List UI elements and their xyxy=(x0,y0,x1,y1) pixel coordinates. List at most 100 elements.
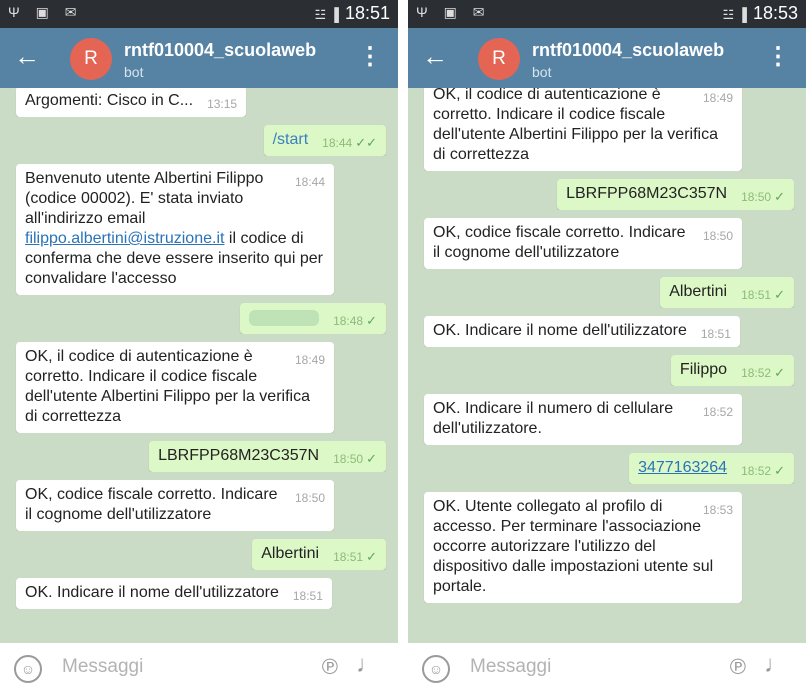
attach-icon[interactable]: ℗ xyxy=(730,654,746,680)
message-bubble[interactable]: 18:44 Benvenuto utente Albertini Filippo … xyxy=(16,164,334,295)
message-text: OK, codice fiscale corretto. Indicare il… xyxy=(25,486,278,523)
outgoing-message: 18:52 ✓ Filippo xyxy=(408,355,806,386)
emoji-icon[interactable]: ☺ xyxy=(422,655,450,683)
incoming-message: 18:53 OK. Utente collegato al profilo di … xyxy=(408,492,806,603)
back-arrow-icon[interactable]: ← xyxy=(422,42,448,70)
incoming-message: 13:15 Argomenti: Cisco in C... xyxy=(0,88,398,117)
clock: 18:53 xyxy=(752,3,798,23)
message-time: 18:51 xyxy=(701,327,731,341)
message-bubble[interactable]: 18:52 OK. Indicare il numero di cellulare… xyxy=(424,394,742,445)
time-text: 18:51 xyxy=(700,327,731,341)
message-bubble[interactable]: 18:49 OK, il codice di autenticazione è c… xyxy=(424,88,742,171)
outgoing-message: 18:50 ✓ LBRFPP68M23C357N xyxy=(0,441,398,472)
message-bubble[interactable]: 13:15 Argomenti: Cisco in C... xyxy=(16,88,247,117)
signal-icon: ☳ ▐ xyxy=(314,7,339,22)
time-text: 18:52 xyxy=(741,464,772,478)
email-link[interactable]: filippo.albertini@istruzione.it xyxy=(25,230,224,247)
message-bubble[interactable]: 18:51 ✓ Albertini xyxy=(252,539,386,570)
read-check-icon: ✓✓ xyxy=(355,135,377,150)
message-text: LBRFPP68M23C357N xyxy=(158,447,320,464)
chat-header: ← R rntf010004_scuolaweb bot ⋮ xyxy=(408,28,806,88)
time-text: 18:44 xyxy=(294,175,325,189)
message-text: OK, il codice di autenticazione è corret… xyxy=(25,348,310,425)
time-text: 13:15 xyxy=(207,97,238,111)
chat-subtitle: bot xyxy=(532,64,552,80)
message-time: 18:50 xyxy=(295,491,325,505)
outgoing-message: 18:44 ✓✓ /start xyxy=(0,125,398,156)
notification-icons: Ψ ▣ ✉ xyxy=(8,4,83,20)
message-list[interactable]: 13:15 Argomenti: Cisco in C... 18:44 ✓✓/sta… xyxy=(0,88,398,643)
incoming-message: 18:52 OK. Indicare il numero di cellulare… xyxy=(408,394,806,445)
message-bubble[interactable]: 18:51 OK. Indicare il nome dell'utilizzat… xyxy=(424,316,740,347)
message-input[interactable]: Messaggi xyxy=(470,656,551,678)
microphone-icon[interactable]: ♩ xyxy=(356,651,380,679)
read-check-icon: ✓ xyxy=(774,287,785,302)
message-text: Albertini xyxy=(261,545,320,562)
incoming-message: 18:44 Benvenuto utente Albertini Filippo … xyxy=(0,164,398,295)
phone-link[interactable]: 3477163264 xyxy=(638,459,727,476)
status-right: ☳ ▐ 18:53 xyxy=(722,3,798,24)
time-text: 18:51 xyxy=(741,288,772,302)
read-check-icon: ✓ xyxy=(774,463,785,478)
avatar[interactable]: R xyxy=(478,38,520,80)
outgoing-message: 18:51 ✓ Albertini xyxy=(408,277,806,308)
message-bubble[interactable]: 18:50 ✓ LBRFPP68M23C357N xyxy=(557,179,794,210)
message-time: 18:53 xyxy=(703,503,733,517)
message-list[interactable]: 18:49 OK, il codice di autenticazione è c… xyxy=(408,88,806,643)
emoji-icon[interactable]: ☺ xyxy=(14,655,42,683)
message-input[interactable]: Messaggi xyxy=(62,656,143,678)
menu-icon[interactable]: ⋮ xyxy=(766,43,790,71)
command-text[interactable]: /start xyxy=(273,131,309,148)
signal-icon: ☳ ▐ xyxy=(722,7,747,22)
chat-title[interactable]: rntf010004_scuolaweb xyxy=(124,40,316,61)
message-bubble[interactable]: 18:44 ✓✓ /start xyxy=(263,125,386,156)
time-text: 18:49 xyxy=(294,353,325,367)
status-bar: Ψ ▣ ✉ ☳ ▐ 18:51 xyxy=(0,0,398,28)
message-time: 18:50 ✓ xyxy=(741,189,785,205)
messages-container: 13:15 Argomenti: Cisco in C... 18:44 ✓✓/sta… xyxy=(0,88,398,617)
message-bubble[interactable]: 18:51 ✓ Albertini xyxy=(660,277,794,308)
message-text: LBRFPP68M23C357N xyxy=(566,185,728,202)
read-check-icon: ✓ xyxy=(774,189,785,204)
time-text: 18:50 xyxy=(333,452,364,466)
time-text: 18:50 xyxy=(741,190,772,204)
incoming-message: 18:51 OK. Indicare il nome dell'utilizzat… xyxy=(408,316,806,347)
microphone-icon[interactable]: ♩ xyxy=(764,651,788,679)
outgoing-message: 18:48 ✓ xyxy=(0,303,398,334)
message-bubble[interactable]: 18:50 ✓ LBRFPP68M23C357N xyxy=(149,441,386,472)
message-bubble[interactable]: 18:49 OK, il codice di autenticazione è c… xyxy=(16,342,334,433)
message-bubble[interactable]: 18:48 ✓ xyxy=(240,303,386,334)
redacted-code xyxy=(249,309,320,326)
message-bubble[interactable]: 18:52 ✓ Filippo xyxy=(670,355,794,386)
phone-screen-right: Ψ ▣ ✉ ☳ ▐ 18:53 ← R rntf010004_scuolaweb … xyxy=(408,0,806,695)
message-time: 18:48 ✓ xyxy=(333,313,377,329)
time-text: 18:50 xyxy=(294,491,325,505)
notification-icons: Ψ ▣ ✉ xyxy=(416,4,491,20)
menu-icon[interactable]: ⋮ xyxy=(358,43,382,71)
incoming-message: 18:50 OK, codice fiscale corretto. Indica… xyxy=(0,480,398,531)
time-text: 18:52 xyxy=(741,366,772,380)
message-time: 18:52 ✓ xyxy=(741,463,785,479)
message-bubble[interactable]: 18:50 OK, codice fiscale corretto. Indica… xyxy=(16,480,334,531)
message-text: Argomenti: Cisco in C... xyxy=(25,92,194,109)
message-bubble[interactable]: 18:52 ✓ 3477163264 xyxy=(629,453,794,484)
chat-title[interactable]: rntf010004_scuolaweb xyxy=(532,40,724,61)
time-text: 18:51 xyxy=(333,550,364,564)
back-arrow-icon[interactable]: ← xyxy=(14,42,40,70)
message-bubble[interactable]: 18:50 OK, codice fiscale corretto. Indica… xyxy=(424,218,742,269)
message-bubble[interactable]: 18:53 OK. Utente collegato al profilo di … xyxy=(424,492,742,603)
avatar[interactable]: R xyxy=(70,38,112,80)
message-time: 18:51 ✓ xyxy=(333,550,377,565)
message-text: Albertini xyxy=(669,283,728,300)
message-bubble[interactable]: 18:51 OK. Indicare il nome dell'utilizzat… xyxy=(16,578,332,609)
message-text: Filippo xyxy=(679,361,728,378)
chat-subtitle: bot xyxy=(124,64,144,80)
message-time: 18:44 ✓✓ xyxy=(322,135,377,151)
message-input-bar: ☺ Messaggi ℗ ♩ xyxy=(408,643,806,695)
read-check-icon: ✓ xyxy=(774,365,785,380)
read-check-icon: ✓ xyxy=(366,451,377,466)
read-check-icon: ✓ xyxy=(366,313,377,328)
message-text: OK. Indicare il nome dell'utilizzatore xyxy=(433,322,687,339)
time-text: 18:52 xyxy=(702,405,733,419)
attach-icon[interactable]: ℗ xyxy=(322,654,338,680)
